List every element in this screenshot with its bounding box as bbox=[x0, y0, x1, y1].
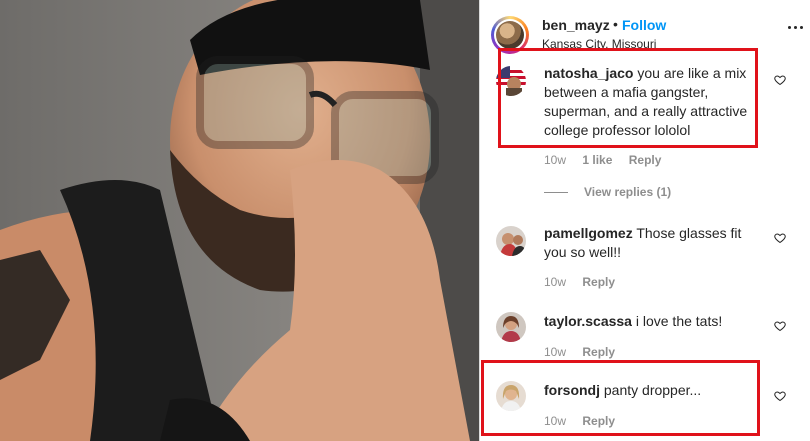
reply-button[interactable]: Reply bbox=[582, 275, 615, 289]
commenter-avatar[interactable] bbox=[496, 66, 526, 96]
author-avatar[interactable] bbox=[491, 16, 529, 54]
like-heart-icon[interactable] bbox=[774, 320, 786, 332]
commenter-avatar[interactable] bbox=[496, 381, 526, 411]
post-header: ben_mayz • Follow Kansas City, Missouri bbox=[480, 0, 810, 62]
comment-age[interactable]: 10w bbox=[544, 275, 566, 289]
comment-likes[interactable]: 1 like bbox=[582, 153, 612, 167]
follow-button[interactable]: Follow bbox=[622, 17, 666, 33]
commenter-avatar[interactable] bbox=[496, 312, 526, 342]
commenter-username[interactable]: pamellgomez bbox=[544, 225, 633, 241]
comments-panel: ben_mayz • Follow Kansas City, Missouri … bbox=[479, 0, 810, 441]
comment-age[interactable]: 10w bbox=[544, 153, 566, 167]
comment-meta: 10w Reply bbox=[544, 414, 628, 428]
comment-meta: 10w Reply bbox=[544, 275, 628, 289]
comment-meta: 10w Reply bbox=[544, 345, 628, 359]
like-heart-icon[interactable] bbox=[774, 232, 786, 244]
view-replies-label: View replies (1) bbox=[584, 185, 672, 199]
comment-age[interactable]: 10w bbox=[544, 345, 566, 359]
commenter-username[interactable]: taylor.scassa bbox=[544, 313, 632, 329]
reply-button[interactable]: Reply bbox=[582, 414, 615, 428]
reply-button[interactable]: Reply bbox=[582, 345, 615, 359]
replies-divider bbox=[544, 192, 568, 194]
selfie-image bbox=[0, 0, 479, 441]
comment-text: pamellgomez Those glasses fit you so wel… bbox=[544, 224, 766, 262]
like-heart-icon[interactable] bbox=[774, 74, 786, 86]
commenter-username[interactable]: natosha_jaco bbox=[544, 65, 633, 81]
comment-body: panty dropper... bbox=[603, 382, 702, 398]
commenter-avatar[interactable] bbox=[496, 226, 526, 256]
author-username[interactable]: ben_mayz bbox=[542, 17, 610, 33]
comment-meta: 10w 1 like Reply bbox=[544, 153, 674, 167]
post-location[interactable]: Kansas City, Missouri bbox=[542, 37, 656, 51]
comment-text: forsondj panty dropper... bbox=[544, 381, 766, 400]
separator-dot: • bbox=[613, 16, 618, 32]
commenter-username[interactable]: forsondj bbox=[544, 382, 600, 398]
view-replies-link[interactable]: View replies (1) bbox=[544, 185, 671, 199]
more-options-icon[interactable] bbox=[788, 26, 803, 29]
post-photo[interactable] bbox=[0, 0, 479, 441]
comment-body: i love the tats! bbox=[635, 313, 723, 329]
reply-button[interactable]: Reply bbox=[629, 153, 662, 167]
like-heart-icon[interactable] bbox=[774, 390, 786, 402]
comment-text: natosha_jaco you are like a mix between … bbox=[544, 64, 766, 140]
comment-text: taylor.scassa i love the tats! bbox=[544, 312, 766, 331]
comment-age[interactable]: 10w bbox=[544, 414, 566, 428]
